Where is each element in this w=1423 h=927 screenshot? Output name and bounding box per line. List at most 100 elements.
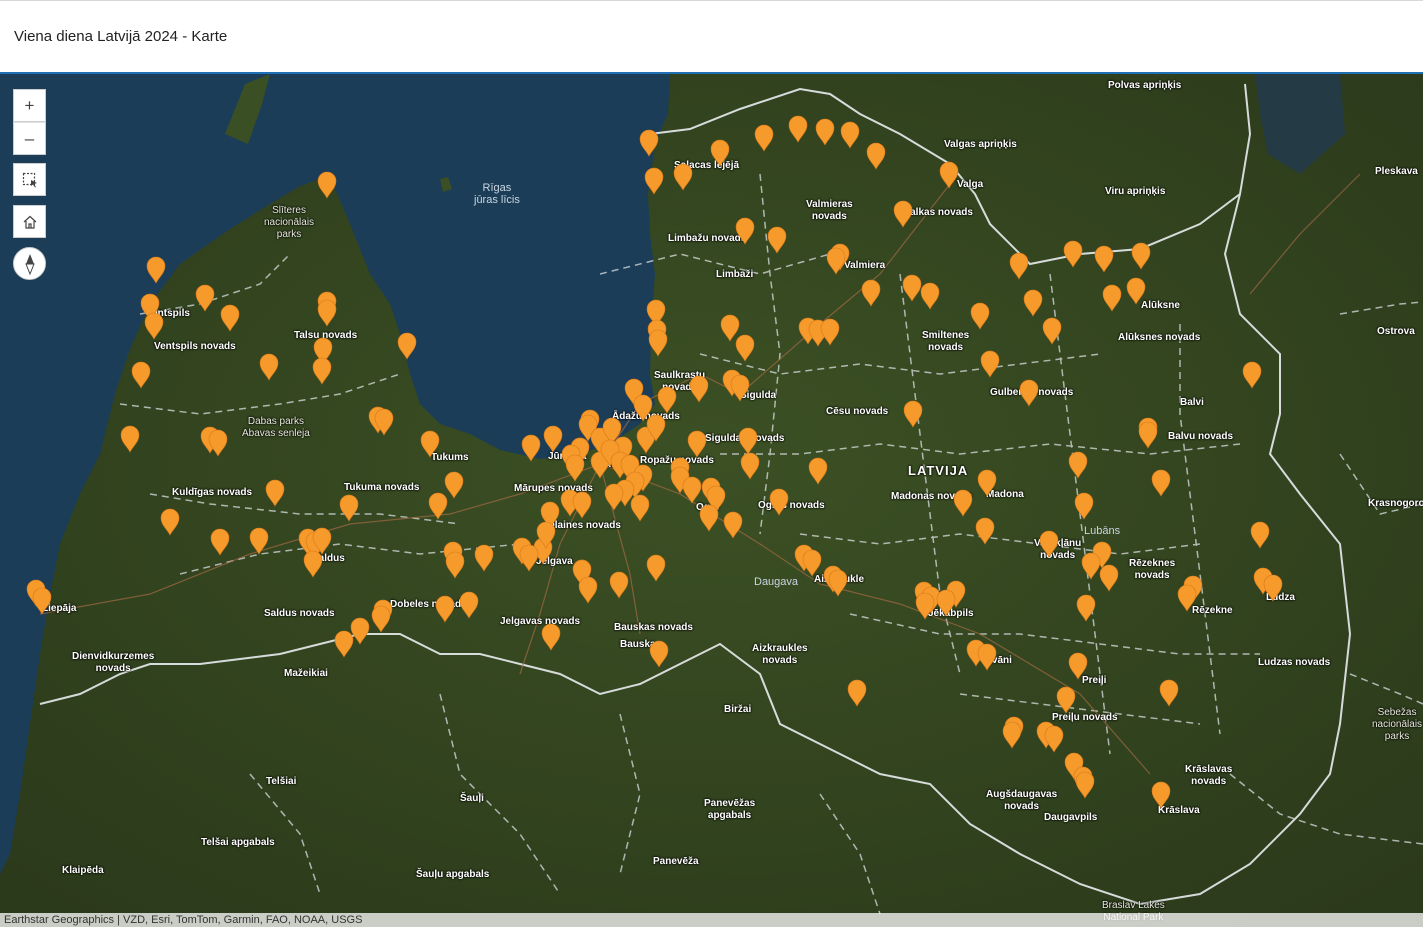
map-marker[interactable] xyxy=(975,517,995,545)
map-marker[interactable] xyxy=(604,483,624,511)
map-marker[interactable] xyxy=(687,430,707,458)
map-marker[interactable] xyxy=(474,544,494,572)
map-marker[interactable] xyxy=(420,430,440,458)
map-marker[interactable] xyxy=(445,551,465,579)
map-marker[interactable] xyxy=(1099,564,1119,592)
map-marker[interactable] xyxy=(146,256,166,284)
map-marker[interactable] xyxy=(131,361,151,389)
map-marker[interactable] xyxy=(980,350,1000,378)
map-marker[interactable] xyxy=(428,492,448,520)
markers-layer[interactable] xyxy=(0,74,1423,927)
map-marker[interactable] xyxy=(1074,492,1094,520)
map-marker[interactable] xyxy=(1159,679,1179,707)
map-marker[interactable] xyxy=(459,591,479,619)
map-marker[interactable] xyxy=(1250,521,1270,549)
map-marker[interactable] xyxy=(1138,421,1158,449)
map-marker[interactable] xyxy=(120,425,140,453)
map-marker[interactable] xyxy=(953,489,973,517)
map-marker[interactable] xyxy=(334,630,354,658)
map-marker[interactable] xyxy=(195,284,215,312)
map-marker[interactable] xyxy=(649,640,669,668)
map-marker[interactable] xyxy=(740,452,760,480)
select-button[interactable] xyxy=(13,163,46,196)
map-marker[interactable] xyxy=(788,115,808,143)
map-marker[interactable] xyxy=(970,302,990,330)
map-marker[interactable] xyxy=(939,161,959,189)
home-button[interactable] xyxy=(13,205,46,238)
map-marker[interactable] xyxy=(578,576,598,604)
map-marker[interactable] xyxy=(644,167,664,195)
map-marker[interactable] xyxy=(633,394,653,422)
map-marker[interactable] xyxy=(915,592,935,620)
map-marker[interactable] xyxy=(543,425,563,453)
map-marker[interactable] xyxy=(397,332,417,360)
map-marker[interactable] xyxy=(689,375,709,403)
map-marker[interactable] xyxy=(208,429,228,457)
map-marker[interactable] xyxy=(808,457,828,485)
map-marker[interactable] xyxy=(893,200,913,228)
map-marker[interactable] xyxy=(630,494,650,522)
map-marker[interactable] xyxy=(1263,574,1283,602)
map-marker[interactable] xyxy=(265,479,285,507)
map-marker[interactable] xyxy=(866,142,886,170)
map-marker[interactable] xyxy=(682,476,702,504)
map-marker[interactable] xyxy=(646,554,666,582)
map-marker[interactable] xyxy=(730,374,750,402)
map-marker[interactable] xyxy=(565,454,585,482)
map-marker[interactable] xyxy=(936,589,956,617)
map-marker[interactable] xyxy=(350,617,370,645)
map-marker[interactable] xyxy=(1081,552,1101,580)
compass-button[interactable] xyxy=(13,247,46,280)
zoom-out-button[interactable]: – xyxy=(13,122,46,155)
map-marker[interactable] xyxy=(32,587,52,615)
map-marker[interactable] xyxy=(317,299,337,327)
map-marker[interactable] xyxy=(160,508,180,536)
map-marker[interactable] xyxy=(820,318,840,346)
map-marker[interactable] xyxy=(828,569,848,597)
map-marker[interactable] xyxy=(303,550,323,578)
map-marker[interactable] xyxy=(840,121,860,149)
map-marker[interactable] xyxy=(767,226,787,254)
map-marker[interactable] xyxy=(657,386,677,414)
map-marker[interactable] xyxy=(312,357,332,385)
map-marker[interactable] xyxy=(648,329,668,357)
map-marker[interactable] xyxy=(769,488,789,516)
map-marker[interactable] xyxy=(572,491,592,519)
map-marker[interactable] xyxy=(444,471,464,499)
map-marker[interactable] xyxy=(210,528,230,556)
map-marker[interactable] xyxy=(521,434,541,462)
map-marker[interactable] xyxy=(815,118,835,146)
map-marker[interactable] xyxy=(723,511,743,539)
map-marker[interactable] xyxy=(249,527,269,555)
zoom-in-button[interactable]: + xyxy=(13,89,46,122)
map-marker[interactable] xyxy=(1023,289,1043,317)
map-marker[interactable] xyxy=(754,124,774,152)
map-marker[interactable] xyxy=(699,504,719,532)
map-marker[interactable] xyxy=(738,427,758,455)
map-marker[interactable] xyxy=(371,605,391,633)
map-marker[interactable] xyxy=(673,163,693,191)
map-marker[interactable] xyxy=(317,171,337,199)
map-marker[interactable] xyxy=(339,494,359,522)
map-marker[interactable] xyxy=(259,353,279,381)
map-marker[interactable] xyxy=(1076,594,1096,622)
map-marker[interactable] xyxy=(735,217,755,245)
map-marker[interactable] xyxy=(1102,284,1122,312)
map-marker[interactable] xyxy=(977,643,997,671)
map-marker[interactable] xyxy=(519,544,539,572)
map-marker[interactable] xyxy=(1094,245,1114,273)
map-marker[interactable] xyxy=(1068,451,1088,479)
map-marker[interactable] xyxy=(541,623,561,651)
map-marker[interactable] xyxy=(1242,361,1262,389)
map-marker[interactable] xyxy=(1056,686,1076,714)
map-marker[interactable] xyxy=(1068,652,1088,680)
map-marker[interactable] xyxy=(1151,469,1171,497)
map-marker[interactable] xyxy=(977,469,997,497)
map-marker[interactable] xyxy=(802,549,822,577)
map-marker[interactable] xyxy=(1151,781,1171,809)
map-marker[interactable] xyxy=(1075,771,1095,799)
map-view[interactable]: Polvas apriņķis Valgas apriņķis Pleskava… xyxy=(0,72,1423,927)
map-marker[interactable] xyxy=(639,129,659,157)
map-marker[interactable] xyxy=(861,279,881,307)
map-marker[interactable] xyxy=(609,571,629,599)
